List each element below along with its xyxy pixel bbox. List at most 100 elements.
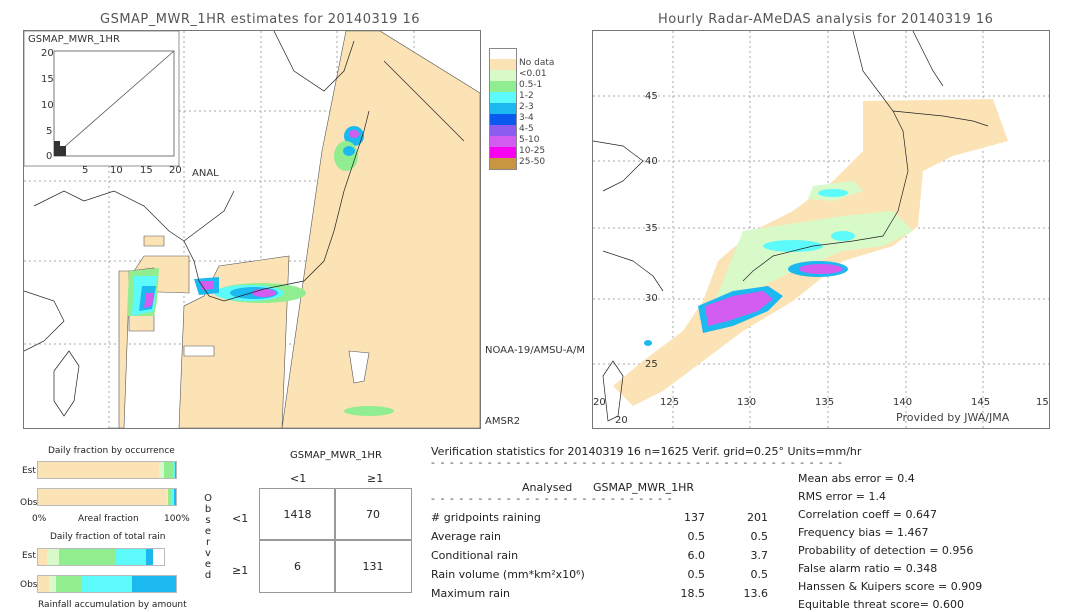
lat-tick: 25 <box>645 359 658 370</box>
stat-estimate-value: 3.7 <box>750 549 769 562</box>
contingency-row-label: <1 <box>232 512 249 525</box>
bar-segment <box>131 576 176 592</box>
scatter-xtick: 15 <box>140 165 153 176</box>
bar-segment <box>146 549 153 565</box>
legend-swatch <box>489 158 517 170</box>
credit-label: Provided by JWA/JMA <box>896 411 1010 424</box>
legend-swatch <box>489 70 517 81</box>
lon-tick: 135 <box>815 397 835 408</box>
lon-tick: 130 <box>737 397 757 408</box>
occurrence-title: Daily fraction by occurrence <box>48 446 175 456</box>
bar-segment <box>59 549 117 565</box>
stat-analysed-value: 137 <box>684 511 705 524</box>
scatter-xlabel: ANAL <box>192 168 219 179</box>
contingency-cell-false-alarms: 70 <box>334 488 412 541</box>
corner-label: 20 <box>593 397 606 408</box>
lon-tick: 140 <box>893 397 913 408</box>
scatter-ytick: 15 <box>41 74 54 85</box>
total-rain-title: Daily fraction of total rain <box>50 532 166 542</box>
occurrence-est-label: Est <box>22 466 36 476</box>
occurrence-obs-bar <box>37 488 177 506</box>
stat-row-label: Conditional rain <box>431 549 519 562</box>
bar-segment <box>82 576 132 592</box>
legend-label: 3-4 <box>519 113 534 123</box>
contingency-col-label: ≥1 <box>367 472 384 485</box>
occurrence-axis-left: 0% <box>32 514 47 524</box>
total-rain-obs-bar <box>37 575 177 593</box>
bar-segment <box>38 576 50 592</box>
right-radar-map: 45 40 35 30 25 20 20 125 130 135 140 145… <box>592 30 1050 429</box>
scatter-ytick: 20 <box>41 48 54 59</box>
scatter-ytick: 5 <box>46 126 53 137</box>
contingency-row-label: ≥1 <box>232 564 249 577</box>
total-rain-est-bar <box>37 548 165 566</box>
contingency-col-label: <1 <box>290 472 307 485</box>
scatter-xtick: 5 <box>82 165 89 176</box>
score-line: RMS error = 1.4 <box>798 490 886 503</box>
legend-label: 10-25 <box>519 146 546 156</box>
score-line: Hanssen & Kuipers score = 0.909 <box>798 580 983 593</box>
legend-label: 4-5 <box>519 124 534 134</box>
bar-segment <box>116 549 147 565</box>
lat-tick: 45 <box>645 91 658 102</box>
stat-estimate-value: 201 <box>747 511 768 524</box>
total-rain-footer: Rainfall accumulation by amount <box>38 600 187 610</box>
score-line: False alarm ratio = 0.348 <box>798 562 938 575</box>
lon-tick: 15 <box>1036 397 1049 408</box>
legend-swatch <box>489 114 517 125</box>
right-map-title: Hourly Radar-AMeDAS analysis for 2014031… <box>658 12 994 27</box>
occurrence-est-bar <box>37 461 177 479</box>
stat-estimate-value: 0.5 <box>750 568 769 581</box>
score-line: Frequency bias = 1.467 <box>798 526 929 539</box>
bar-segment <box>46 549 60 565</box>
contingency-cell-hits-neg: 1418 <box>259 488 336 541</box>
bar-segment <box>174 489 176 505</box>
legend-label: 5-10 <box>519 135 540 145</box>
legend-label: 2-3 <box>519 102 534 112</box>
left-map-title: GSMAP_MWR_1HR estimates for 20140319 16 <box>100 12 421 27</box>
color-legend: No data <0.01 0.5-1 1-2 2-3 3-4 4-5 5-10 10-25 25… <box>481 48 581 173</box>
legend-swatch <box>489 92 517 103</box>
occurrence-axis-right: 100% <box>164 514 190 524</box>
stat-row-label: Average rain <box>431 530 501 543</box>
total-rain-est-label: Est <box>22 551 36 561</box>
bar-segment <box>38 489 168 505</box>
score-line: Correlation coeff = 0.647 <box>798 508 937 521</box>
table-divider: - - - - - - - - - - - - - - - - - - - - … <box>431 492 676 505</box>
lat-tick: 40 <box>645 156 658 167</box>
contingency-est-header: GSMAP_MWR_1HR <box>290 450 382 461</box>
stat-row-label: # gridpoints raining <box>431 511 541 524</box>
stat-estimate-value: 13.6 <box>743 587 769 600</box>
occurrence-obs-label: Obs <box>20 498 38 508</box>
scatter-xtick: 20 <box>169 165 182 176</box>
left-estimate-map: GSMAP_MWR_1HR 20 15 10 5 0 5 10 15 20 AN… <box>23 30 481 429</box>
lon-tick: 125 <box>660 397 680 408</box>
left-map-graphics <box>24 31 480 428</box>
bar-segment <box>163 462 174 478</box>
contingency-cell-misses: 6 <box>259 539 336 593</box>
lat-tick: 30 <box>645 293 658 304</box>
sensor-label-noaa: NOAA-19/AMSU-A/M <box>485 345 585 356</box>
corner-label: 20 <box>615 415 628 426</box>
stat-analysed-value: 0.5 <box>687 530 706 543</box>
legend-swatch <box>489 125 517 136</box>
legend-swatch <box>489 136 517 147</box>
stat-analysed-value: 6.0 <box>687 549 706 562</box>
score-line: Probability of detection = 0.956 <box>798 544 974 557</box>
stat-analysed-value: 0.5 <box>687 568 706 581</box>
contingency-obs-header: Observed <box>204 493 212 581</box>
bar-segment <box>49 576 56 592</box>
bar-segment <box>38 462 159 478</box>
stat-analysed-value: 18.5 <box>680 587 706 600</box>
stat-row-label: Maximum rain <box>431 587 510 600</box>
legend-label: <0.01 <box>519 69 547 79</box>
scatter-ytick: 0 <box>46 151 53 162</box>
legend-label: 0.5-1 <box>519 80 543 90</box>
bar-segment <box>38 549 47 565</box>
stat-row-label: Rain volume (mm*km²x10⁶) <box>431 568 585 581</box>
total-rain-obs-label: Obs <box>20 580 38 590</box>
score-line: Equitable threat score= 0.600 <box>798 598 964 611</box>
lat-tick: 35 <box>645 223 658 234</box>
legend-swatch <box>489 147 517 158</box>
contingency-cell-hits: 131 <box>334 539 412 593</box>
